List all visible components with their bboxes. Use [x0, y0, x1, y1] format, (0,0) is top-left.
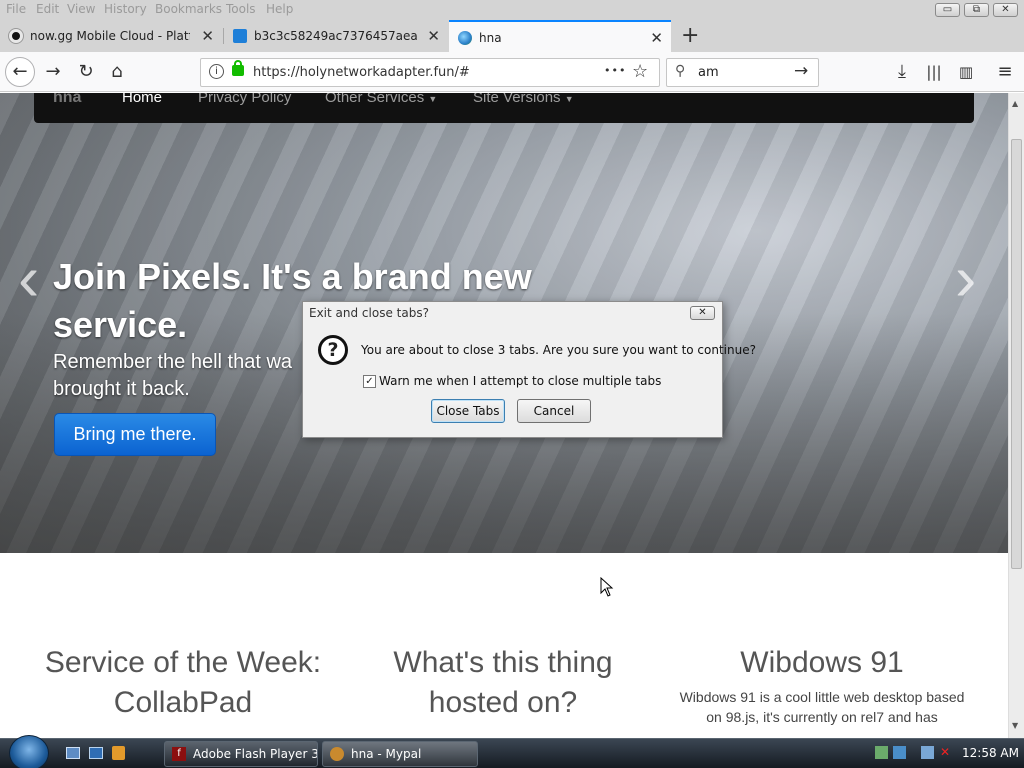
caret-down-icon: ▼ [428, 94, 438, 104]
search-input[interactable]: am [698, 65, 719, 80]
switch-windows-icon[interactable] [89, 747, 103, 759]
page-actions-icon[interactable]: ••• [604, 64, 626, 77]
bookmark-star-icon[interactable]: ☆ [632, 61, 648, 82]
feature-title: What's this thing hosted on? [393, 646, 613, 719]
flash-icon: f [172, 747, 186, 761]
url-text[interactable]: https://holynetworkadapter.fun/# [253, 65, 470, 80]
tray-app-icon[interactable] [893, 746, 906, 759]
page-scrollbar[interactable]: ▲ ▼ [1008, 93, 1024, 738]
info-icon[interactable]: i [209, 64, 224, 79]
scroll-up-icon[interactable]: ▲ [1012, 99, 1018, 108]
tab-title: now.gg Mobile Cloud - Platfor [30, 29, 190, 43]
taskbar-mypal[interactable]: hna - Mypal [322, 741, 478, 767]
search-icon: ⚲ [675, 63, 686, 79]
tab-title: hna [479, 31, 502, 45]
feature-text: Wibdows 91 is a cool little web desktop … [679, 689, 965, 725]
close-tabs-dialog: Exit and close tabs? ✕ ? You are about t… [302, 301, 756, 438]
tray-volume-muted-icon[interactable]: ✕ [940, 746, 953, 759]
taskbar-button-label: hna - Mypal [351, 747, 422, 761]
carousel-next-icon[interactable]: › [955, 241, 976, 315]
url-bar[interactable]: i https://holynetworkadapter.fun/# ••• ☆ [200, 58, 660, 87]
carousel-prev-icon[interactable]: ‹ [18, 241, 39, 315]
site-navbar: hna Home Privacy Policy Other Services ▼… [34, 93, 974, 123]
tab-title: b3c3c58249ac7376457aea64302 [254, 29, 418, 43]
tab-close-icon[interactable]: ✕ [650, 22, 663, 52]
menu-edit[interactable]: Edit [36, 2, 59, 16]
new-tab-button[interactable]: + [681, 23, 699, 48]
menu-help[interactable]: Help [266, 2, 293, 16]
bring-me-there-button[interactable]: Bring me there. [54, 413, 216, 456]
dialog-title: Exit and close tabs? [309, 306, 429, 320]
menu-hamburger-icon[interactable]: ≡ [992, 59, 1018, 85]
tray-monitor-icon[interactable] [921, 746, 934, 759]
cancel-button[interactable]: Cancel [517, 399, 591, 423]
menu-view[interactable]: View [67, 2, 95, 16]
taskbar-button-label: Adobe Flash Player 32 [193, 747, 318, 761]
scroll-thumb[interactable] [1011, 139, 1022, 569]
forward-button[interactable]: → [40, 59, 66, 85]
dialog-message: You are about to close 3 tabs. Are you s… [361, 343, 756, 357]
caret-down-icon: ▼ [564, 94, 574, 104]
menu-bookmarks[interactable]: Bookmarks [155, 2, 222, 16]
back-button[interactable]: ← [5, 57, 35, 87]
close-tabs-button[interactable]: Close Tabs [431, 399, 505, 423]
feature-service-of-week: Service of the Week: CollabPad [28, 643, 338, 723]
warn-checkbox-label[interactable]: Warn me when I attempt to close multiple… [379, 374, 661, 388]
site-link-site-versions[interactable]: Site Versions ▼ [473, 93, 574, 106]
search-bar[interactable]: ⚲ am → [666, 58, 819, 87]
doc-icon [233, 29, 247, 43]
explorer-icon[interactable] [112, 746, 125, 760]
tab-close-icon[interactable]: ✕ [201, 20, 214, 52]
hero-description: Remember the hell that wa brought it bac… [53, 351, 293, 400]
site-link-label: Site Versions [473, 93, 561, 106]
menu-file[interactable]: File [6, 2, 26, 16]
show-desktop-icon[interactable] [66, 747, 80, 759]
close-window-button[interactable]: ✕ [993, 3, 1018, 17]
site-link-other-services[interactable]: Other Services ▼ [325, 93, 437, 106]
site-link-privacy[interactable]: Privacy Policy [198, 93, 291, 106]
tab-hna[interactable]: hna ✕ [449, 20, 671, 52]
downloads-icon[interactable]: ⤓ [889, 59, 915, 85]
site-brand[interactable]: hna [53, 93, 81, 107]
scroll-down-icon[interactable]: ▼ [1012, 721, 1018, 730]
globe-icon [458, 31, 472, 45]
mypal-icon [330, 747, 344, 761]
windows-taskbar: f Adobe Flash Player 32 hna - Mypal ✕ 12… [0, 735, 1024, 768]
lock-shackle [234, 60, 242, 68]
start-button[interactable] [9, 735, 49, 768]
restore-button[interactable]: ⧉ [964, 3, 989, 17]
tab-nowgg[interactable]: now.gg Mobile Cloud - Platfor ✕ [0, 20, 222, 52]
feature-hosting: What's this thing hosted on? [358, 643, 648, 723]
nowgg-icon [9, 29, 23, 43]
menu-bar: File Edit View History Bookmarks Tools H… [0, 0, 1024, 20]
tab-document[interactable]: b3c3c58249ac7376457aea64302 ✕ [224, 20, 448, 52]
tab-close-icon[interactable]: ✕ [427, 20, 440, 52]
feature-title: Wibdows 91 [740, 646, 904, 679]
feature-wibdows: Wibdows 91 Wibdows 91 is a cool little w… [676, 643, 968, 727]
menu-history[interactable]: History [104, 2, 147, 16]
tray-network-icon[interactable] [875, 746, 888, 759]
site-link-label: Other Services [325, 93, 425, 106]
tab-bar: now.gg Mobile Cloud - Platfor ✕ b3c3c582… [0, 20, 1024, 52]
dialog-close-button[interactable]: ✕ [690, 306, 715, 320]
mouse-cursor-icon [600, 577, 614, 597]
menu-tools[interactable]: Tools [226, 2, 256, 16]
taskbar-flash-player[interactable]: f Adobe Flash Player 32 [164, 741, 318, 767]
library-icon[interactable]: ||| [921, 59, 947, 85]
warn-checkbox[interactable]: ✓ [363, 375, 376, 388]
search-go-icon[interactable]: → [794, 61, 808, 81]
navigation-toolbar: ← → ↻ ⌂ i https://holynetworkadapter.fun… [0, 52, 1024, 92]
reload-button[interactable]: ↻ [73, 59, 99, 85]
feature-title: Service of the Week: CollabPad [44, 646, 322, 719]
question-icon: ? [318, 335, 348, 365]
sidebar-icon[interactable]: ▥ [953, 59, 979, 85]
taskbar-clock[interactable]: 12:58 AM [962, 746, 1019, 760]
minimize-button[interactable]: ▭ [935, 3, 960, 17]
site-link-home[interactable]: Home [122, 93, 162, 106]
home-button[interactable]: ⌂ [104, 59, 130, 85]
